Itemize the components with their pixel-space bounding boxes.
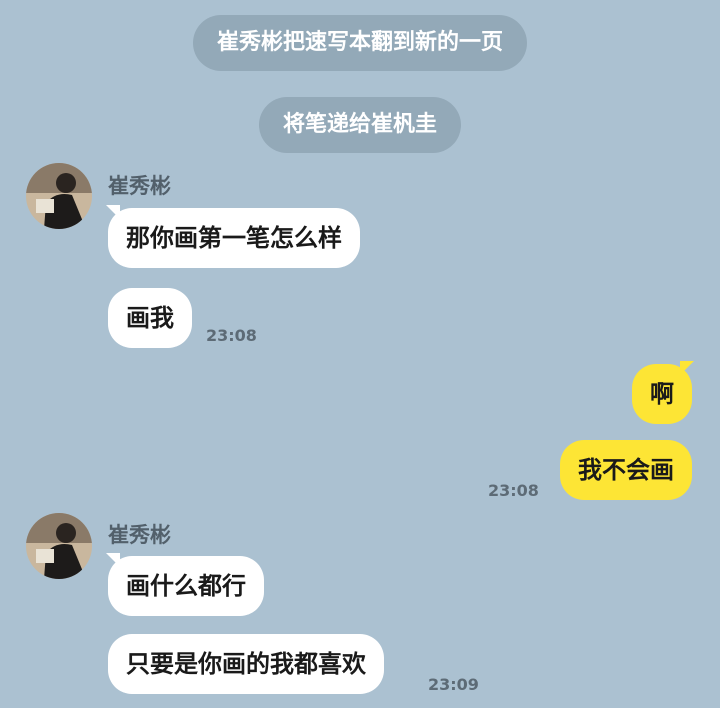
user-photo-avatar-icon xyxy=(26,513,92,579)
sender-avatar[interactable] xyxy=(26,163,92,229)
system-message-pass-pen: 将笔递给崔杋圭 xyxy=(258,97,462,153)
message-timestamp: 23:08 xyxy=(206,326,257,345)
sender-name: 崔秀彬 xyxy=(108,174,171,198)
message-bubble-incoming[interactable]: 那你画第一笔怎么样 xyxy=(108,208,360,268)
message-timestamp: 23:09 xyxy=(428,675,479,694)
system-message-sketchbook: 崔秀彬把速写本翻到新的一页 xyxy=(192,15,528,71)
message-bubble-incoming[interactable]: 画我 xyxy=(108,288,192,348)
message-bubble-incoming[interactable]: 只要是你画的我都喜欢 xyxy=(108,634,384,694)
message-bubble-outgoing[interactable]: 我不会画 xyxy=(560,440,692,500)
user-photo-avatar-icon xyxy=(26,163,92,229)
sender-name: 崔秀彬 xyxy=(108,523,171,547)
sender-avatar[interactable] xyxy=(26,513,92,579)
message-bubble-incoming[interactable]: 画什么都行 xyxy=(108,556,264,616)
message-timestamp: 23:08 xyxy=(488,481,539,500)
message-bubble-outgoing[interactable]: 啊 xyxy=(632,364,692,424)
